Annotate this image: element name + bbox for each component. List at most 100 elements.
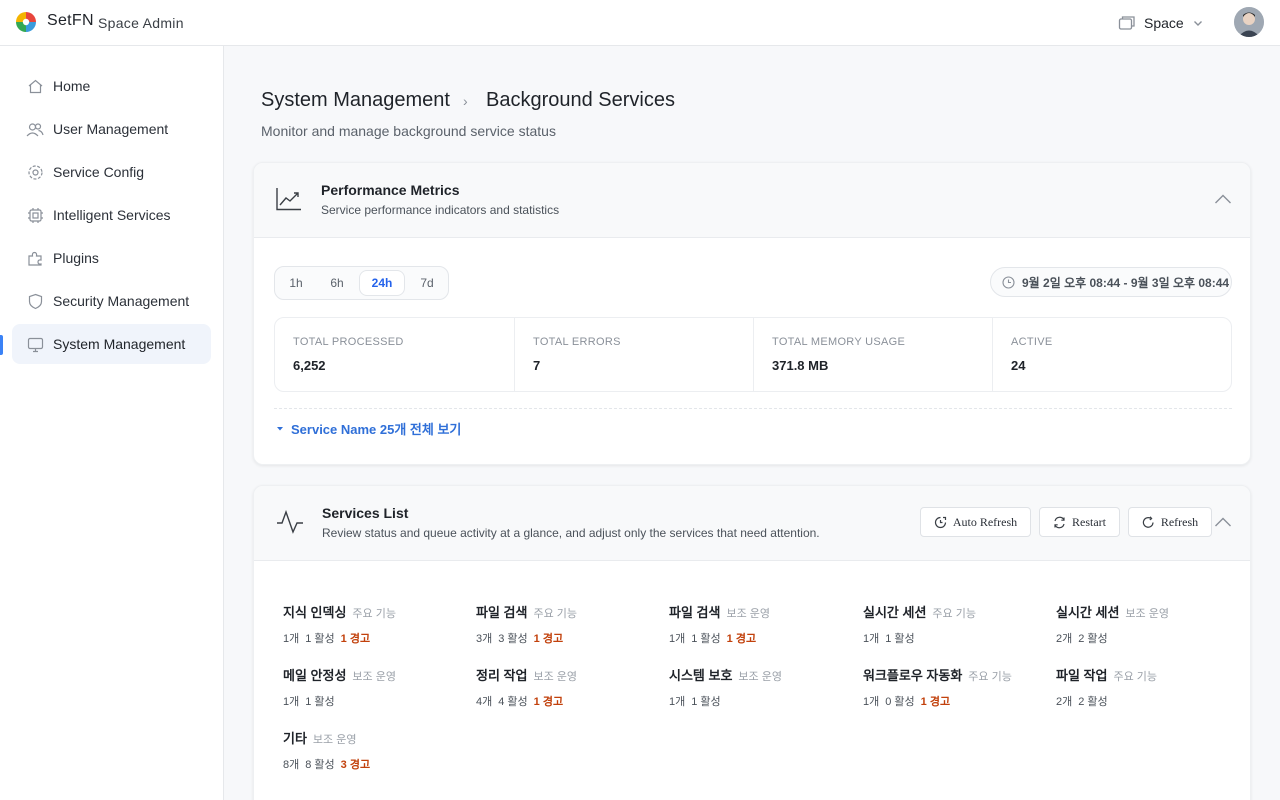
service-group[interactable]: 파일 작업 주요 기능 2개 2 활성 bbox=[1056, 665, 1236, 709]
chevron-up-icon[interactable] bbox=[1214, 516, 1232, 528]
performance-card-header[interactable]: Performance Metrics Service performance … bbox=[254, 163, 1250, 238]
expand-services-toggle[interactable]: Service Name 25개 전체 보기 bbox=[276, 419, 461, 438]
service-active: 1 활성 bbox=[691, 633, 721, 645]
service-name: 정리 작업 bbox=[476, 668, 528, 683]
service-warning: 3 경고 bbox=[340, 759, 371, 771]
window-stack-icon bbox=[1118, 16, 1135, 30]
stat-label: TOTAL PROCESSED bbox=[293, 336, 404, 348]
date-range-picker[interactable]: 9월 2일 오후 08:44 - 9월 3일 오후 08:44 bbox=[990, 267, 1232, 297]
stat-total-processed: TOTAL PROCESSED 6,252 bbox=[275, 318, 514, 391]
brand-name[interactable]: SetFN bbox=[47, 12, 94, 30]
time-range-segmented-control: 1h 6h 24h 7d bbox=[274, 266, 449, 300]
brand-subtitle: Space Admin bbox=[98, 15, 184, 31]
restart-button[interactable]: Restart bbox=[1039, 507, 1120, 537]
shield-icon bbox=[26, 292, 44, 310]
service-active: 1 활성 bbox=[885, 633, 915, 645]
line-chart-icon bbox=[276, 188, 301, 211]
space-label: Space bbox=[1144, 15, 1184, 31]
service-tag: 주요 기능 bbox=[1113, 671, 1157, 683]
stat-label: TOTAL MEMORY USAGE bbox=[772, 336, 906, 348]
service-tag: 주요 기능 bbox=[352, 608, 396, 620]
avatar[interactable] bbox=[1234, 7, 1264, 37]
service-name: 실시간 세션 bbox=[1056, 605, 1120, 620]
service-name: 메일 안정성 bbox=[283, 668, 347, 683]
performance-title: Performance Metrics bbox=[321, 182, 460, 198]
service-active: 1 활성 bbox=[305, 696, 335, 708]
service-group[interactable]: 정리 작업 보조 운영 4개 4 활성 1 경고 bbox=[476, 665, 656, 709]
stat-total-errors: TOTAL ERRORS 7 bbox=[514, 318, 753, 391]
users-icon bbox=[26, 120, 44, 138]
sidebar-item-label: System Management bbox=[53, 336, 186, 352]
stat-value: 6,252 bbox=[293, 358, 326, 373]
service-warning: 1 경고 bbox=[920, 696, 951, 708]
service-count: 1개 bbox=[863, 696, 880, 708]
service-group[interactable]: 지식 인덱싱 주요 기능 1개 1 활성 1 경고 bbox=[283, 602, 463, 646]
services-description: Review status and queue activity at a gl… bbox=[322, 526, 820, 540]
sidebar-item-label: Intelligent Services bbox=[53, 207, 171, 223]
range-6h-button[interactable]: 6h bbox=[319, 270, 355, 296]
auto-refresh-button[interactable]: Auto Refresh bbox=[920, 507, 1031, 537]
sidebar-item-label: Plugins bbox=[53, 250, 99, 266]
space-selector[interactable]: Space bbox=[1118, 12, 1204, 34]
service-count: 1개 bbox=[669, 633, 686, 645]
service-count: 1개 bbox=[669, 696, 686, 708]
sidebar-item-label: Service Config bbox=[53, 164, 145, 180]
home-icon bbox=[26, 77, 44, 95]
sidebar-item-service-config[interactable]: Service Config bbox=[12, 152, 211, 192]
service-group[interactable]: 메일 안정성 보조 운영 1개 1 활성 bbox=[283, 665, 463, 709]
service-count: 2개 bbox=[1056, 633, 1073, 645]
caret-down-icon bbox=[277, 426, 283, 430]
service-warning: 1 경고 bbox=[533, 696, 564, 708]
service-name: 파일 작업 bbox=[1056, 668, 1108, 683]
service-name: 기타 bbox=[283, 731, 307, 746]
service-name: 워크플로우 자동화 bbox=[863, 668, 963, 683]
chevron-down-icon bbox=[1193, 21, 1202, 26]
sidebar-item-label: Home bbox=[53, 78, 91, 94]
stat-value: 24 bbox=[1011, 358, 1026, 373]
auto-refresh-label: Auto Refresh bbox=[952, 514, 1018, 529]
range-24h-button[interactable]: 24h bbox=[359, 270, 405, 296]
range-7d-button[interactable]: 7d bbox=[409, 270, 445, 296]
service-group[interactable]: 실시간 세션 주요 기능 1개 1 활성 bbox=[863, 602, 1043, 646]
clock-icon bbox=[1002, 275, 1015, 289]
services-card-header: Services List Review status and queue ac… bbox=[254, 486, 1250, 561]
service-count: 1개 bbox=[283, 633, 300, 645]
sidebar-item-intelligent-services[interactable]: Intelligent Services bbox=[12, 195, 211, 235]
sidebar-item-plugins[interactable]: Plugins bbox=[12, 238, 211, 278]
refresh-label: Refresh bbox=[1160, 514, 1199, 529]
app-logo-icon[interactable] bbox=[15, 11, 37, 33]
service-active: 2 활성 bbox=[1078, 633, 1108, 645]
service-active: 8 활성 bbox=[305, 759, 335, 771]
chevron-up-icon[interactable] bbox=[1214, 193, 1232, 205]
service-group[interactable]: 파일 검색 보조 운영 1개 1 활성 1 경고 bbox=[669, 602, 849, 646]
service-group[interactable]: 시스템 보호 보조 운영 1개 1 활성 bbox=[669, 665, 849, 709]
service-group[interactable]: 파일 검색 주요 기능 3개 3 활성 1 경고 bbox=[476, 602, 656, 646]
service-tag: 보조 운영 bbox=[533, 671, 577, 683]
service-tag: 주요 기능 bbox=[968, 671, 1012, 683]
sidebar-item-system-management[interactable]: System Management bbox=[12, 324, 211, 364]
service-group[interactable]: 워크플로우 자동화 주요 기능 1개 0 활성 1 경고 bbox=[863, 665, 1043, 709]
service-warning: 1 경고 bbox=[726, 633, 757, 645]
sidebar-item-user-management[interactable]: User Management bbox=[12, 109, 211, 149]
chevron-right-icon: › bbox=[463, 93, 468, 109]
sidebar-item-label: User Management bbox=[53, 121, 169, 137]
performance-metrics-card: Performance Metrics Service performance … bbox=[253, 162, 1251, 465]
stats-summary: TOTAL PROCESSED 6,252 TOTAL ERRORS 7 TOT… bbox=[274, 317, 1232, 392]
service-tag: 주요 기능 bbox=[932, 608, 976, 620]
monitor-icon bbox=[26, 335, 44, 353]
service-tag: 주요 기능 bbox=[533, 608, 577, 620]
service-count: 4개 bbox=[476, 696, 493, 708]
sidebar-item-security-management[interactable]: Security Management bbox=[12, 281, 211, 321]
sidebar-item-home[interactable]: Home bbox=[12, 66, 211, 106]
page-title: Background Services bbox=[486, 89, 675, 111]
range-1h-button[interactable]: 1h bbox=[278, 270, 314, 296]
service-name: 파일 검색 bbox=[669, 605, 721, 620]
active-indicator bbox=[0, 335, 3, 355]
restart-label: Restart bbox=[1072, 514, 1106, 529]
service-group[interactable]: 기타 보조 운영 8개 8 활성 3 경고 bbox=[283, 728, 463, 772]
sidebar: Home User Management Service Config Inte… bbox=[0, 46, 224, 800]
service-group[interactable]: 실시간 세션 보조 운영 2개 2 활성 bbox=[1056, 602, 1236, 646]
stat-total-memory-usage: TOTAL MEMORY USAGE 371.8 MB bbox=[753, 318, 992, 391]
refresh-button[interactable]: Refresh bbox=[1128, 507, 1212, 537]
breadcrumb-parent[interactable]: System Management bbox=[261, 89, 450, 112]
